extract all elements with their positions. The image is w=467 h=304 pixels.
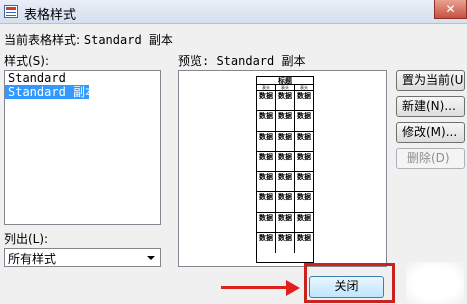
- styles-label: 样式(S):: [4, 54, 50, 68]
- preview-cell: 数据: [257, 151, 276, 172]
- preview-panel: 标题 表头 表头 表头 数据 数据 数据 数据 数据 数据 数据 数据 数据 数…: [178, 70, 387, 267]
- set-current-button[interactable]: 置为当前(U): [396, 70, 465, 91]
- watermark-smudge: [406, 262, 464, 304]
- styles-listbox[interactable]: Standard Standard 副本: [4, 70, 161, 225]
- preview-cell: 数据: [297, 234, 311, 243]
- preview-row: 数据 数据 数据: [257, 111, 313, 132]
- preview-label: 预览: Standard 副本: [178, 54, 306, 68]
- preview-cell: 数据: [297, 152, 311, 161]
- preview-cell: 数据: [276, 151, 295, 172]
- preview-row: 数据 数据 数据: [257, 172, 313, 193]
- annotation-highlight-box: [304, 263, 395, 303]
- preview-cell: 数据: [276, 212, 295, 233]
- preview-cell: 数据: [276, 233, 295, 254]
- preview-header-cell: 表头: [276, 85, 295, 90]
- preview-cell: 数据: [276, 91, 295, 111]
- preview-cell: 数据: [297, 92, 311, 100]
- preview-cell: 数据: [276, 192, 295, 212]
- style-item-standard-copy[interactable]: Standard 副本: [5, 85, 97, 99]
- annotation-arrow-shaft: [221, 286, 291, 289]
- preview-cell: 数据: [257, 91, 276, 111]
- preview-cell: 数据: [297, 173, 311, 182]
- window-close-icon[interactable]: ✕: [434, 0, 467, 19]
- preview-cell: 数据: [297, 193, 311, 202]
- preview-cell: 数据: [257, 172, 276, 192]
- current-style-label: 当前表格样式:: [4, 33, 81, 47]
- current-style-line: 当前表格样式: Standard 副本: [4, 31, 173, 48]
- chevron-down-icon: [147, 256, 155, 260]
- preview-row: 数据 数据 数据: [257, 212, 313, 234]
- preview-cell: 数据: [297, 213, 311, 222]
- preview-row: 数据 数据 数据: [257, 233, 313, 254]
- list-filter-dropdown[interactable]: 所有样式: [4, 248, 161, 267]
- modify-style-button[interactable]: 修改(M)...: [396, 122, 465, 143]
- preview-table: 标题 表头 表头 表头 数据 数据 数据 数据 数据 数据 数据 数据 数据 数…: [256, 76, 314, 263]
- preview-cell: 数据: [257, 233, 276, 254]
- preview-cell: 数据: [276, 172, 295, 192]
- preview-cell: 数据: [257, 212, 276, 233]
- preview-cell: 数据: [257, 111, 276, 131]
- preview-cell: 数据: [297, 132, 311, 141]
- preview-cell: 数据: [257, 192, 276, 212]
- table-style-dialog: 表格样式 ✕ 当前表格样式: Standard 副本 样式(S): Standa…: [0, 0, 467, 304]
- preview-header-cell: 表头: [257, 85, 276, 90]
- list-filter-label: 列出(L):: [4, 232, 49, 246]
- preview-row: 数据 数据 数据: [257, 151, 313, 173]
- window-title: 表格样式: [24, 8, 77, 23]
- new-style-button[interactable]: 新建(N)...: [396, 96, 465, 117]
- preview-table-title: 标题: [257, 77, 313, 85]
- preview-cell: 数据: [276, 111, 295, 131]
- delete-style-button[interactable]: 删除(D): [396, 148, 465, 169]
- current-style-value: Standard 副本: [83, 33, 173, 47]
- list-filter-value: 所有样式: [8, 252, 57, 266]
- arrow-right-icon: [286, 280, 300, 296]
- style-item-standard[interactable]: Standard: [5, 71, 160, 85]
- table-app-icon: [4, 5, 18, 18]
- preview-row: 数据 数据 数据: [257, 131, 313, 152]
- preview-cell: 数据: [276, 131, 295, 151]
- preview-header-cell: 表头: [300, 85, 308, 90]
- preview-cell: 数据: [257, 131, 276, 151]
- preview-cell: 数据: [297, 112, 311, 121]
- title-bar: 表格样式 ✕: [0, 0, 467, 24]
- preview-row: 数据 数据 数据: [257, 91, 313, 112]
- preview-row: 数据 数据 数据: [257, 192, 313, 213]
